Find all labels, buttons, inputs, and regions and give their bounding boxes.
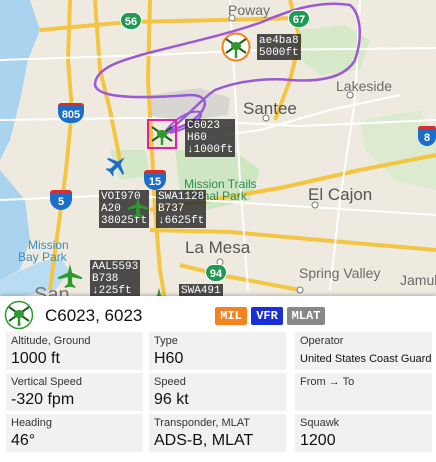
helicopter-icon <box>151 126 173 145</box>
route-94-shield: 94 <box>205 264 227 282</box>
field-label: Squawk <box>300 417 340 429</box>
place-spring-valley: Spring Valley <box>299 265 381 281</box>
field-value: 1000 ft <box>11 350 60 367</box>
airplane-icon <box>58 264 82 288</box>
place-lakeside: Lakeside <box>336 78 393 94</box>
badge-vfr: VFR <box>251 307 283 325</box>
field-value: ADS-B, MLAT <box>154 432 254 449</box>
aircraft-info-panel: C6023, 6023 MIL VFR MLAT Altitude, Groun… <box>0 296 436 462</box>
field-heading: Heading 46° <box>6 414 143 452</box>
badge-mlat: MLAT <box>287 307 325 325</box>
field-speed: Speed 96 kt <box>149 373 286 411</box>
field-value: -320 fpm <box>11 391 75 408</box>
field-label: From → To <box>300 376 355 388</box>
field-label: Speed <box>154 376 186 388</box>
route-67-shield: 67 <box>288 10 310 28</box>
interstate-805-shield: 805 <box>58 103 84 123</box>
field-label: Vertical Speed <box>11 376 82 388</box>
field-label: Transponder, MLAT <box>154 417 250 429</box>
place-la-mesa: La Mesa <box>185 238 251 257</box>
panel-header[interactable]: C6023, 6023 MIL VFR MLAT <box>0 296 436 332</box>
aircraft-tag-ae4ba8: ae4ba8 5000ft <box>257 34 301 60</box>
place-santee: Santee <box>243 99 297 118</box>
airplane-icon <box>105 157 125 177</box>
place-jamul: Jamul <box>400 272 436 288</box>
aircraft-tag-aal5593: AAL5593 B738 ↓225ft <box>90 260 141 298</box>
field-label: Altitude, Ground <box>11 335 91 347</box>
field-label: Heading <box>11 417 52 429</box>
field-squawk: Squawk 1200 <box>295 414 432 452</box>
interstate-8-shield: 8 <box>418 126 436 146</box>
place-el-cajon: El Cajon <box>308 185 373 204</box>
field-value: United States Coast Guard <box>300 353 432 365</box>
field-value: 96 kt <box>154 391 189 408</box>
badge-mil: MIL <box>215 307 247 325</box>
field-value: 1200 <box>300 432 336 449</box>
place-mission-bay: Mission Bay Park <box>18 238 69 264</box>
aircraft-c6023-selected[interactable] <box>147 119 177 149</box>
field-vertical-speed: Vertical Speed -320 fpm <box>6 373 143 411</box>
helicopter-icon <box>221 32 251 62</box>
airplane-icon <box>127 196 149 218</box>
field-transponder: Transponder, MLAT ADS-B, MLAT <box>149 414 286 452</box>
field-type: Type H60 <box>149 332 286 370</box>
field-altitude: Altitude, Ground 1000 ft <box>6 332 143 370</box>
aircraft-title: C6023, 6023 <box>45 306 143 325</box>
route-56-shield: 56 <box>120 12 142 30</box>
helicopter-icon <box>4 300 34 335</box>
field-value: 46° <box>11 432 36 449</box>
field-operator: Operator United States Coast Guard <box>295 332 432 370</box>
field-value: H60 <box>154 350 184 367</box>
field-label: Operator <box>300 335 344 347</box>
field-label: Type <box>154 335 178 347</box>
aircraft-tag-swa1128: SWA1128 B737 ↓6625ft <box>156 190 207 228</box>
field-route: From → To <box>295 373 432 411</box>
aircraft-tag-c6023: C6023 H60 ↓1000ft <box>185 119 236 157</box>
place-poway: Poway <box>228 2 271 18</box>
